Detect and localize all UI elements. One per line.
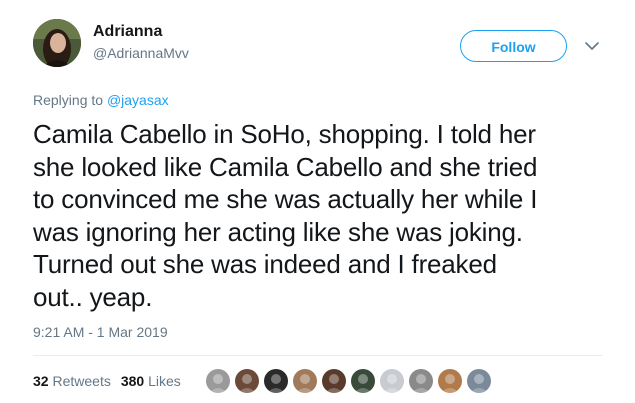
- likes-stat[interactable]: 380 Likes: [121, 372, 181, 390]
- user-avatar[interactable]: [33, 19, 81, 67]
- reply-handle-link[interactable]: @jayasax: [107, 92, 169, 108]
- liker-avatar-4[interactable]: [292, 368, 318, 394]
- liker-avatar-1[interactable]: [205, 368, 231, 394]
- liker-avatar-8[interactable]: [408, 368, 434, 394]
- chevron-down-icon[interactable]: [583, 38, 601, 54]
- liker-avatar-3[interactable]: [263, 368, 289, 394]
- tweet-card: Adrianna @AdriannaMvv Follow Replying to…: [0, 0, 635, 403]
- tweet-stats: 32 Retweets 380 Likes: [33, 372, 191, 390]
- divider: [33, 355, 602, 356]
- likes-label: Likes: [148, 373, 181, 389]
- liker-avatar-7[interactable]: [379, 368, 405, 394]
- display-name[interactable]: Adrianna: [93, 22, 162, 42]
- likes-count: 380: [120, 373, 145, 389]
- tweet-timestamp[interactable]: 9:21 AM - 1 Mar 2019: [33, 323, 168, 341]
- liker-avatars: [205, 368, 495, 394]
- liker-avatar-9[interactable]: [437, 368, 463, 394]
- reply-prefix: Replying to: [33, 92, 104, 108]
- retweets-count: 32: [33, 373, 49, 389]
- liker-avatar-10[interactable]: [466, 368, 492, 394]
- follow-button[interactable]: Follow: [460, 30, 567, 62]
- liker-avatar-2[interactable]: [234, 368, 260, 394]
- liker-avatar-6[interactable]: [350, 368, 376, 394]
- retweets-stat[interactable]: 32 Retweets: [33, 372, 111, 390]
- reply-context: Replying to @jayasax: [33, 91, 169, 109]
- liker-avatar-5[interactable]: [321, 368, 347, 394]
- username[interactable]: @AdriannaMvv: [93, 44, 189, 62]
- retweets-label: Retweets: [52, 373, 111, 389]
- tweet-text: Camila Cabello in SoHo, shopping. I told…: [33, 119, 538, 312]
- user-avatar-photo-icon: [33, 19, 81, 67]
